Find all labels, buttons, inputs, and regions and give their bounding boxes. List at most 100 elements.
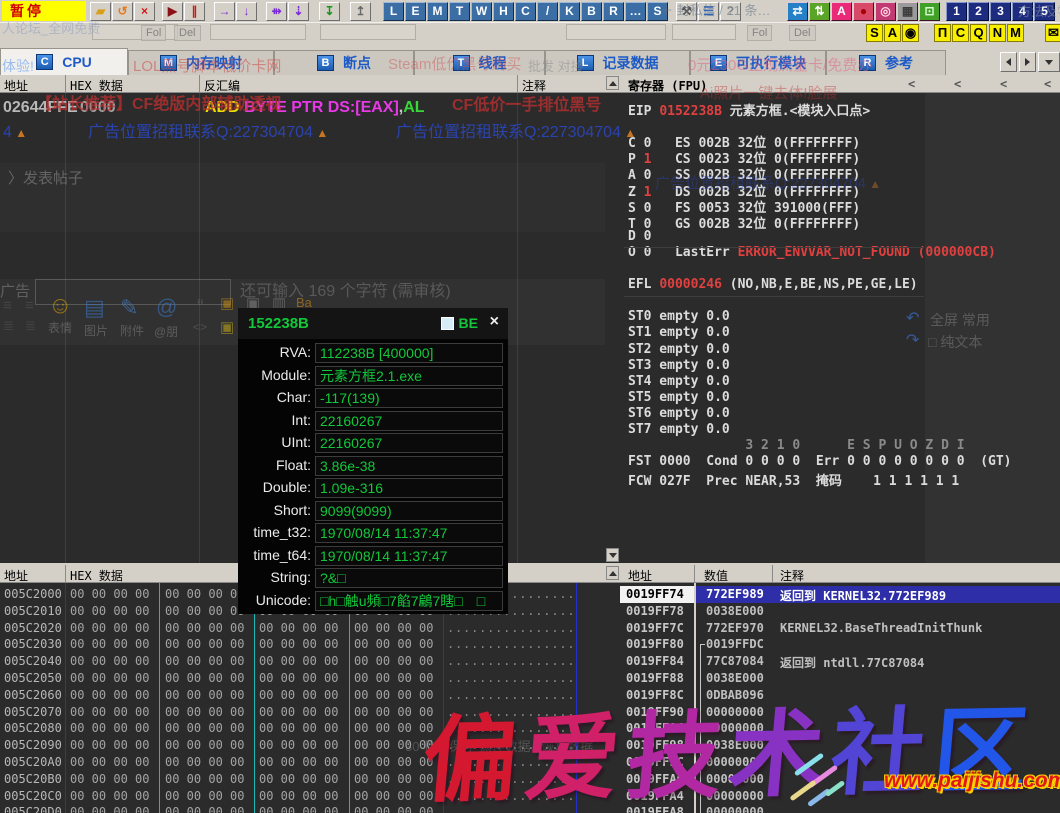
register-line[interactable]: ST0 empty 0.0 xyxy=(628,309,730,324)
register-line[interactable]: EIP 0152238B 元素方框.<模块入口点> xyxy=(628,100,870,119)
tab-参考[interactable]: R参考 xyxy=(826,50,946,75)
c-plugin-button[interactable]: C xyxy=(952,24,969,42)
stack-pane[interactable]: 0019FF74772EF989返回到 KERNEL32.772EF989001… xyxy=(620,583,1060,813)
view-log-button[interactable]: L xyxy=(383,2,404,21)
fol-del-button[interactable]: Fol xyxy=(141,25,166,41)
dump-row[interactable]: 005C20C000 00 00 0000 00 00 0000 00 00 0… xyxy=(0,788,620,805)
window-5-button[interactable]: 5 xyxy=(1034,2,1055,21)
scroll-down-icon[interactable] xyxy=(606,548,619,562)
register-line[interactable]: D 0 xyxy=(628,229,651,244)
tab-next-icon[interactable] xyxy=(1019,52,1036,72)
popup-field-value[interactable]: ?&□ xyxy=(315,568,503,588)
pi-button[interactable]: П xyxy=(934,24,951,42)
view-executables-button[interactable]: E xyxy=(405,2,426,21)
register-line[interactable]: ST7 empty 0.0 xyxy=(628,422,730,437)
execute-till-return-button[interactable]: ↧ xyxy=(319,2,340,21)
register-line[interactable]: ST6 empty 0.0 xyxy=(628,406,730,421)
hex-dump-pane[interactable]: 005C200000 00 00 0000 00 00 0000 00 00 0… xyxy=(0,583,620,813)
register-line[interactable]: ST2 empty 0.0 xyxy=(628,342,730,357)
step-into-button[interactable]: → xyxy=(214,2,235,21)
appearance-button[interactable]: ☰ xyxy=(698,2,719,21)
registers-pane[interactable]: EIP 0152238B 元素方框.<模块入口点>C 0 ES 002B 32位… xyxy=(620,93,1060,563)
view-handles-button[interactable]: H xyxy=(493,2,514,21)
popup-field-value[interactable]: 22160267 xyxy=(315,433,503,453)
register-line[interactable]: ST4 empty 0.0 xyxy=(628,374,730,389)
screen-button[interactable]: ⊡ xyxy=(919,2,940,21)
register-line[interactable]: 3 2 1 0 E S P U O Z D I xyxy=(628,438,965,453)
assembler-button[interactable]: A xyxy=(831,2,852,21)
stack-row[interactable]: 0019FF7C772EF970KERNEL32.BaseThreadInitT… xyxy=(620,620,1060,637)
stack-row[interactable]: 0019FF8477C87084返回到 ntdll.77C87084 xyxy=(620,653,1060,670)
dump-row[interactable]: 005C20A000 00 00 0000 00 00 0000 00 00 0… xyxy=(0,754,620,771)
mail-button[interactable]: ✉ xyxy=(1045,24,1060,42)
collapse-chevron-icon[interactable]: < xyxy=(954,77,961,91)
popup-field-value[interactable]: 元素方框2.1.exe xyxy=(315,366,503,386)
tab-可执行模块[interactable]: E可执行模块 xyxy=(690,50,826,75)
register-line[interactable]: FCW 027F Prec NEAR,53 掩码 1 1 1 1 1 1 xyxy=(628,470,959,489)
toolbar-input[interactable] xyxy=(210,24,306,40)
toolbar-input[interactable] xyxy=(320,24,416,40)
stack-row[interactable]: 0019FF880038E000 xyxy=(620,670,1060,687)
record-button[interactable]: ● xyxy=(853,2,874,21)
stack-row[interactable]: 0019FFA400000000 xyxy=(620,788,1060,805)
window-2-button[interactable]: 2 xyxy=(968,2,989,21)
dump-row[interactable]: 005C205000 00 00 0000 00 00 0000 00 00 0… xyxy=(0,670,620,687)
collapse-chevron-icon[interactable]: < xyxy=(1000,77,1007,91)
animate-into-button[interactable]: ⇻ xyxy=(266,2,287,21)
help-button[interactable]: ? xyxy=(720,2,741,21)
register-line[interactable]: T 0 GS 002B 32位 0(FFFFFFFF) xyxy=(628,213,860,232)
stack-row[interactable]: 0019FF8C0DBAB096 xyxy=(620,687,1060,704)
tab-记录数据[interactable]: L记录数据 xyxy=(545,50,690,75)
exchange-button[interactable]: ⇄ xyxy=(787,2,808,21)
collapse-chevron-icon[interactable]: < xyxy=(1044,77,1051,91)
popup-titlebar[interactable]: 152238B BE × xyxy=(238,308,508,339)
view-windows-button[interactable]: W xyxy=(471,2,492,21)
window-3-button[interactable]: 3 xyxy=(990,2,1011,21)
view-cpu-button[interactable]: C xyxy=(515,2,536,21)
tab-dropdown-icon[interactable] xyxy=(1038,52,1060,72)
fol-del-button[interactable]: Del xyxy=(174,25,201,41)
script-s-button[interactable]: S xyxy=(866,24,883,42)
tab-prev-icon[interactable] xyxy=(1000,52,1017,72)
popup-field-value[interactable]: 112238B [400000] xyxy=(315,343,503,363)
view-trace-button[interactable]: … xyxy=(625,2,646,21)
stack-row[interactable]: 0019FF800019FFDC xyxy=(620,636,1060,653)
register-line[interactable]: FST 0000 Cond 0 0 0 0 Err 0 0 0 0 0 0 0 … xyxy=(628,454,1012,469)
go-to-user-code-button[interactable]: ↥ xyxy=(350,2,371,21)
view-threads-button[interactable]: T xyxy=(449,2,470,21)
tab-断点[interactable]: B断点 xyxy=(274,50,414,75)
target-button[interactable]: ◎ xyxy=(875,2,896,21)
popup-field-value[interactable]: 22160267 xyxy=(315,411,503,431)
fol-del-button[interactable]: Fol xyxy=(747,25,772,41)
popup-field-value[interactable]: 9099(9099) xyxy=(315,501,503,521)
register-line[interactable]: ST3 empty 0.0 xyxy=(628,358,730,373)
restart-button[interactable]: ↺ xyxy=(112,2,133,21)
fol-del-button[interactable]: Del xyxy=(789,25,816,41)
script-a-button[interactable]: A xyxy=(884,24,901,42)
stack-row[interactable]: 0019FFA800000000 xyxy=(620,804,1060,813)
stack-row[interactable]: 0019FFA000000000 xyxy=(620,771,1060,788)
toolbar-input[interactable] xyxy=(566,24,666,40)
dump-row[interactable]: 005C206000 00 00 0000 00 00 0000 00 00 0… xyxy=(0,687,620,704)
register-line[interactable]: ST1 empty 0.0 xyxy=(628,325,730,340)
collapse-chevron-icon[interactable]: < xyxy=(908,77,915,91)
view-references-button[interactable]: R xyxy=(603,2,624,21)
register-line[interactable]: EFL 00000246 (NO,NB,E,BE,NS,PE,GE,LE) xyxy=(628,277,918,292)
dump-row[interactable]: 005C208000 00 00 0000 00 00 0000 00 00 0… xyxy=(0,720,620,737)
be-checkbox[interactable] xyxy=(441,317,454,330)
pause-button[interactable]: ∥ xyxy=(184,2,205,21)
dump-row[interactable]: 005C203000 00 00 0000 00 00 0000 00 00 0… xyxy=(0,636,620,653)
dump-row[interactable]: 005C204000 00 00 0000 00 00 0000 00 00 0… xyxy=(0,653,620,670)
stack-row[interactable]: 0019FF780038E000 xyxy=(620,603,1060,620)
popup-field-value[interactable]: □h□触u頻□7餡7鶣7瞎□ □ xyxy=(315,591,503,611)
toolbar-input[interactable] xyxy=(672,24,736,40)
close-button[interactable]: × xyxy=(134,2,155,21)
dump-row[interactable]: 005C209000 00 00 0000 00 00 0000 00 00 0… xyxy=(0,737,620,754)
tab-内存映射[interactable]: M内存映射 xyxy=(128,50,274,75)
view-memory-button[interactable]: M xyxy=(427,2,448,21)
tab-线程[interactable]: T线程 xyxy=(414,50,545,75)
register-line[interactable]: ST5 empty 0.0 xyxy=(628,390,730,405)
n-plugin-button[interactable]: N xyxy=(989,24,1006,42)
options-button[interactable]: ⚒ xyxy=(676,2,697,21)
step-over-button[interactable]: ↓ xyxy=(236,2,257,21)
